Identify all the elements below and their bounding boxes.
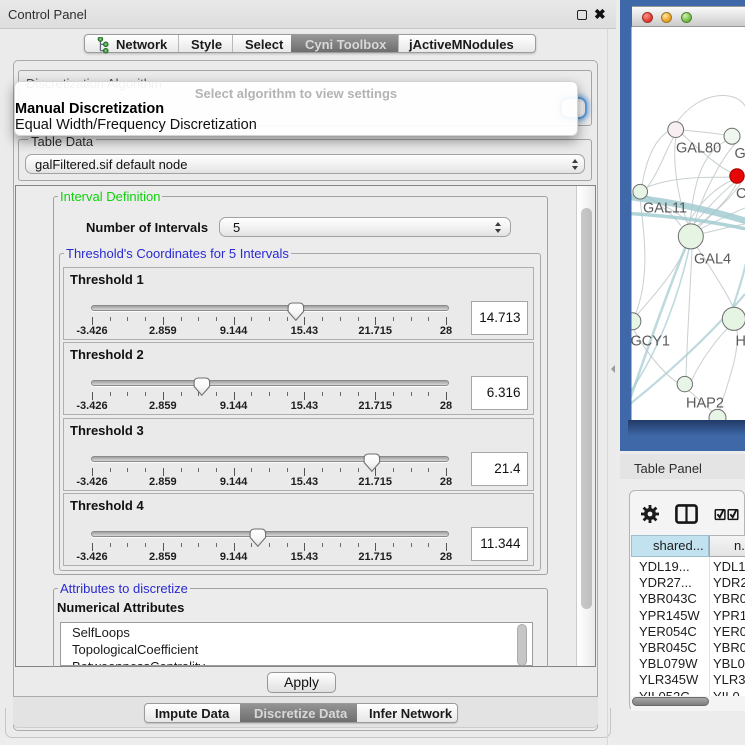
svg-text:GAL11: GAL11	[643, 201, 687, 217]
svg-text:C: C	[736, 186, 745, 202]
svg-text:H: H	[736, 334, 745, 350]
svg-text:GAL: GAL	[735, 146, 745, 162]
svg-text:HAP2: HAP2	[686, 396, 724, 412]
svg-text:GAL80: GAL80	[676, 141, 721, 157]
svg-text:GCY1: GCY1	[631, 334, 671, 350]
svg-text:GAL4: GAL4	[694, 252, 731, 268]
